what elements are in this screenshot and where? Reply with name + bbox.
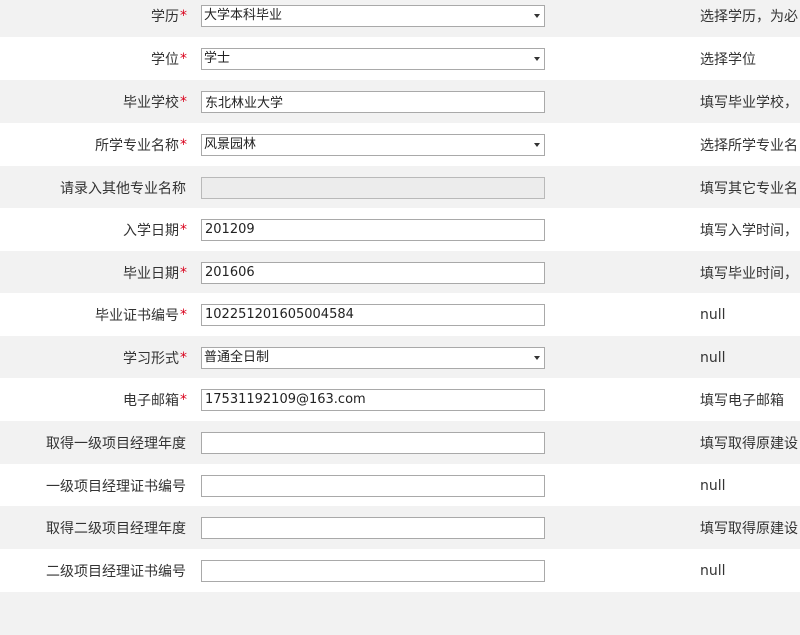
field-hint: null xyxy=(700,477,726,494)
form-row-major: 所学专业名称 * 风景园林 选择所学专业名 xyxy=(0,123,800,166)
form-row-partial xyxy=(0,592,800,635)
label-text: 电子邮箱 xyxy=(123,392,179,409)
field-label: 电子邮箱 * xyxy=(0,378,187,421)
field-hint: 填写电子邮箱 xyxy=(700,392,784,409)
required-marker: * xyxy=(180,7,187,24)
form-row-diploma-number: 毕业证书编号* null xyxy=(0,293,800,336)
required-marker: * xyxy=(180,391,187,408)
label-text: 所学专业名称 xyxy=(95,137,179,154)
label-text: 一级项目经理证书编号 xyxy=(46,478,186,495)
form-row-enrollment-date: 入学日期* 填写入学时间， xyxy=(0,208,800,251)
form-row-level2-pm-year: 取得二级项目经理年度 填写取得原建设 xyxy=(0,506,800,549)
required-marker: * xyxy=(180,93,187,110)
level1-pm-year-input[interactable] xyxy=(201,431,545,454)
field-hint: 填写取得原建设 xyxy=(700,435,798,452)
field-label: 二级项目经理证书编号 xyxy=(0,549,187,592)
degree-select[interactable]: 学士 xyxy=(201,47,545,70)
dropdown-arrow-icon xyxy=(534,142,540,147)
selected-value: 风景园林 xyxy=(204,136,257,152)
field-hint: 选择学历，为必 xyxy=(700,8,798,25)
field-hint: 填写其它专业名 xyxy=(700,180,798,197)
email-input[interactable] xyxy=(201,388,545,411)
field-label: 学习形式 * xyxy=(0,336,187,379)
field-hint: 选择学位 xyxy=(700,51,756,68)
field-label: 学历 * xyxy=(0,0,187,37)
field-label: 毕业学校 * xyxy=(0,80,187,123)
form-row-study-mode: 学习形式 * 普通全日制 null xyxy=(0,336,800,379)
field-hint: null xyxy=(700,306,726,323)
field-hint: 填写毕业学校， xyxy=(700,94,798,111)
field-label: 毕业证书编号 * xyxy=(0,293,187,336)
dropdown-arrow-icon xyxy=(534,355,540,360)
form-row-level1-pm-year: 取得一级项目经理年度 填写取得原建设 xyxy=(0,421,800,464)
field-label: 所学专业名称 * xyxy=(0,123,187,166)
field-hint: 填写取得原建设 xyxy=(700,520,798,537)
graduate-school-input[interactable] xyxy=(201,90,545,113)
study-mode-select[interactable]: 普通全日制 xyxy=(201,346,545,369)
field-label: 一级项目经理证书编号 xyxy=(0,464,187,507)
dropdown-arrow-icon xyxy=(534,13,540,18)
field-label: 请录入其他专业名称 xyxy=(0,166,187,209)
label-text: 取得二级项目经理年度 xyxy=(46,520,186,537)
field-label: 取得二级项目经理年度 xyxy=(0,506,187,549)
field-hint: 填写毕业时间， xyxy=(700,265,798,282)
form-row-degree: 学位 * 学士 选择学位 xyxy=(0,37,800,80)
education-form: 学历* 大学本科毕业 选择学历，为必 学位* 学士 选择学位 毕业学校* 填写毕… xyxy=(0,0,800,635)
graduation-date-input[interactable] xyxy=(201,261,545,284)
level2-pm-cert-input[interactable] xyxy=(201,559,545,582)
form-row-education-level: 学历 * 大学本科毕业 选择学历，为必 xyxy=(0,0,800,37)
field-label: 取得一级项目经理年度 xyxy=(0,421,187,464)
required-marker: * xyxy=(180,264,187,281)
major-select[interactable]: 风景园林 xyxy=(201,133,545,156)
form-row-level2-pm-cert: 二级项目经理证书编号 null xyxy=(0,549,800,592)
level1-pm-cert-input[interactable] xyxy=(201,474,545,497)
label-text: 入学日期 xyxy=(123,222,179,239)
label-text: 取得一级项目经理年度 xyxy=(46,435,186,452)
form-row-graduation-date: 毕业日期* 填写毕业时间， xyxy=(0,251,800,294)
field-hint: 选择所学专业名 xyxy=(700,137,798,154)
field-hint: null xyxy=(700,562,726,579)
label-text: 请录入其他专业名称 xyxy=(60,180,186,197)
form-row-other-major: 请录入其他专业名称 填写其它专业名 xyxy=(0,166,800,209)
form-row-level1-pm-cert: 一级项目经理证书编号 null xyxy=(0,464,800,507)
form-row-graduate-school: 毕业学校* 填写毕业学校， xyxy=(0,80,800,123)
level2-pm-year-input[interactable] xyxy=(201,516,545,539)
label-text: 学习形式 xyxy=(123,350,179,367)
other-major-input xyxy=(201,176,545,199)
label-text: 学历 xyxy=(151,8,179,25)
required-marker: * xyxy=(180,136,187,153)
field-hint: null xyxy=(700,349,726,366)
selected-value: 学士 xyxy=(204,50,231,66)
required-marker: * xyxy=(180,349,187,366)
field-hint: 填写入学时间， xyxy=(700,222,798,239)
required-marker: * xyxy=(180,221,187,238)
dropdown-arrow-icon xyxy=(534,56,540,61)
required-marker: * xyxy=(180,306,187,323)
field-label: 毕业日期 * xyxy=(0,251,187,294)
label-text: 毕业证书编号 xyxy=(95,307,179,324)
field-label: 学位 * xyxy=(0,37,187,80)
label-text: 二级项目经理证书编号 xyxy=(46,563,186,580)
label-text: 毕业日期 xyxy=(123,265,179,282)
field-label: 入学日期 * xyxy=(0,208,187,251)
label-text: 学位 xyxy=(151,51,179,68)
selected-value: 大学本科毕业 xyxy=(204,7,283,23)
selected-value: 普通全日制 xyxy=(204,349,270,365)
diploma-number-input[interactable] xyxy=(201,303,545,326)
required-marker: * xyxy=(180,50,187,67)
form-row-email: 电子邮箱* 填写电子邮箱 xyxy=(0,378,800,421)
enrollment-date-input[interactable] xyxy=(201,218,545,241)
education-level-select[interactable]: 大学本科毕业 xyxy=(201,4,545,27)
label-text: 毕业学校 xyxy=(123,94,179,111)
